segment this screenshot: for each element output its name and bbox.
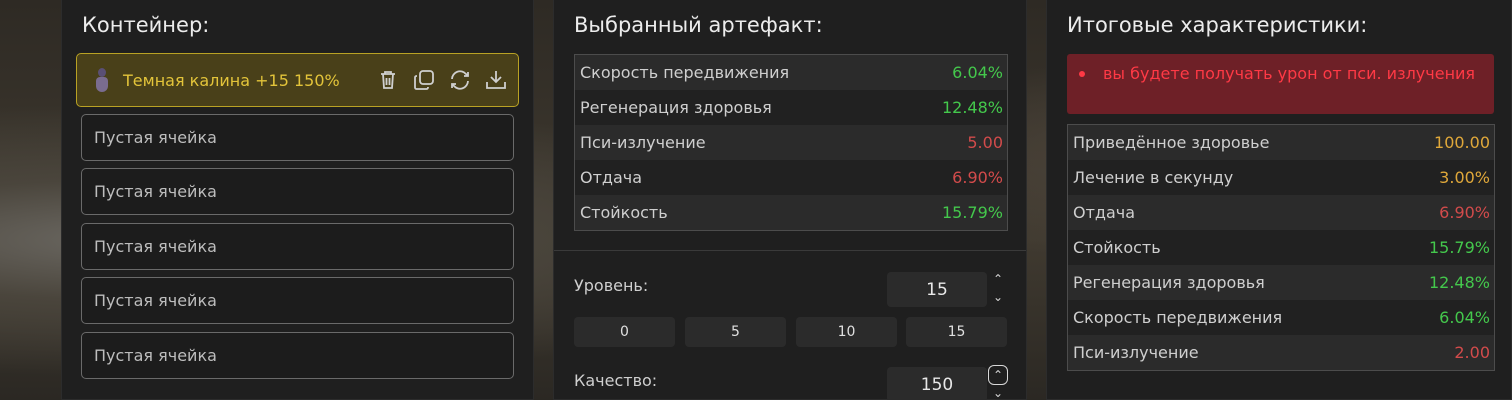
stat-label: Пси-излучение: [580, 133, 706, 152]
container-title: Контейнер:: [82, 13, 210, 37]
bullet-icon: [1079, 70, 1085, 77]
warning-text: вы будете получать урон от пси. излучени…: [1103, 64, 1476, 83]
stat-value: 2.00: [1454, 343, 1490, 362]
stat-row: Скорость передвижения 6.04%: [575, 55, 1007, 90]
stat-value: 5.00: [967, 133, 1003, 152]
totals-stats-table: Приведённое здоровье 100.00 Лечение в сек…: [1067, 124, 1495, 371]
artifact-icon: [93, 66, 111, 94]
artifact-stats-table: Скорость передвижения 6.04% Регенерация з…: [574, 54, 1008, 231]
stat-value: 6.04%: [1439, 308, 1490, 327]
stat-label: Регенерация здоровья: [580, 98, 772, 117]
container-slot-empty[interactable]: Пустая ячейка: [81, 223, 514, 270]
quality-input[interactable]: 150: [887, 367, 987, 400]
stat-row: Скорость передвижения 6.04%: [1068, 300, 1494, 335]
quality-decrement-icon[interactable]: ⌄: [990, 386, 1006, 400]
totals-panel: Итоговые характеристики: вы будете получ…: [1046, 0, 1512, 400]
section-divider: [554, 250, 1026, 251]
quality-increment-icon[interactable]: ⌃: [988, 365, 1008, 385]
stat-value: 15.79%: [1428, 238, 1490, 257]
artifact-panel: Выбранный артефакт: Скорость передвижени…: [553, 0, 1027, 400]
stat-row: Регенерация здоровья 12.48%: [575, 90, 1007, 125]
level-increment-icon[interactable]: ⌃: [990, 272, 1006, 286]
stat-value: 15.79%: [941, 203, 1003, 222]
stat-label: Пси-излучение: [1073, 343, 1199, 362]
copy-icon[interactable]: [412, 68, 436, 92]
stat-row: Стойкость 15.79%: [1068, 230, 1494, 265]
container-slot-empty[interactable]: Пустая ячейка: [81, 114, 514, 161]
quality-label: Качество:: [574, 371, 658, 390]
artifact-title: Выбранный артефакт:: [574, 13, 823, 37]
level-decrement-icon[interactable]: ⌄: [990, 290, 1006, 304]
stat-label: Стойкость: [580, 203, 668, 222]
container-panel: Контейнер: Темная калина +15 150% Пустая…: [61, 0, 534, 400]
download-icon[interactable]: [484, 68, 508, 92]
stat-row: Приведённое здоровье 100.00: [1068, 125, 1494, 160]
quick-level-button[interactable]: 0: [574, 317, 675, 347]
stat-value: 6.04%: [952, 63, 1003, 82]
slot-label: Пустая ячейка: [94, 346, 217, 365]
stat-value: 6.90%: [1439, 203, 1490, 222]
refresh-icon[interactable]: [448, 68, 472, 92]
container-slot-empty[interactable]: Пустая ячейка: [81, 277, 514, 324]
stat-label: Регенерация здоровья: [1073, 273, 1265, 292]
stat-row: Отдача 6.90%: [575, 160, 1007, 195]
stat-row: Регенерация здоровья 12.48%: [1068, 265, 1494, 300]
container-slot-empty[interactable]: Пустая ячейка: [81, 332, 514, 379]
psi-warning-alert: вы будете получать урон от пси. излучени…: [1067, 54, 1494, 114]
slot-label: Пустая ячейка: [94, 291, 217, 310]
container-slot-active[interactable]: Темная калина +15 150%: [76, 53, 519, 107]
stat-label: Отдача: [580, 168, 643, 187]
level-input[interactable]: 15: [887, 272, 987, 307]
stat-label: Приведённое здоровье: [1073, 133, 1270, 152]
stat-value: 3.00%: [1439, 168, 1490, 187]
slot-label: Пустая ячейка: [94, 128, 217, 147]
stat-value: 6.90%: [952, 168, 1003, 187]
stat-value: 12.48%: [941, 98, 1003, 117]
stat-row: Стойкость 15.79%: [575, 195, 1007, 230]
quick-level-button[interactable]: 5: [685, 317, 786, 347]
stat-label: Скорость передвижения: [1073, 308, 1283, 327]
quick-level-button[interactable]: 10: [796, 317, 897, 347]
stat-label: Скорость передвижения: [580, 63, 790, 82]
stat-value: 100.00: [1434, 133, 1490, 152]
slot-label: Пустая ячейка: [94, 182, 217, 201]
stat-label: Лечение в секунду: [1073, 168, 1234, 187]
stat-row: Лечение в секунду 3.00%: [1068, 160, 1494, 195]
stat-row: Пси-излучение 2.00: [1068, 335, 1494, 370]
level-label: Уровень:: [574, 276, 649, 295]
totals-title: Итоговые характеристики:: [1067, 13, 1368, 37]
slot-label: Пустая ячейка: [94, 237, 217, 256]
stat-label: Стойкость: [1073, 238, 1161, 257]
quick-level-button[interactable]: 15: [906, 317, 1007, 347]
stat-row: Пси-излучение 5.00: [575, 125, 1007, 160]
trash-icon[interactable]: [376, 68, 400, 92]
container-slot-empty[interactable]: Пустая ячейка: [81, 168, 514, 215]
stat-label: Отдача: [1073, 203, 1136, 222]
stat-value: 12.48%: [1428, 273, 1490, 292]
stat-row: Отдача 6.90%: [1068, 195, 1494, 230]
slot-item-name: Темная калина +15 150%: [123, 70, 340, 90]
